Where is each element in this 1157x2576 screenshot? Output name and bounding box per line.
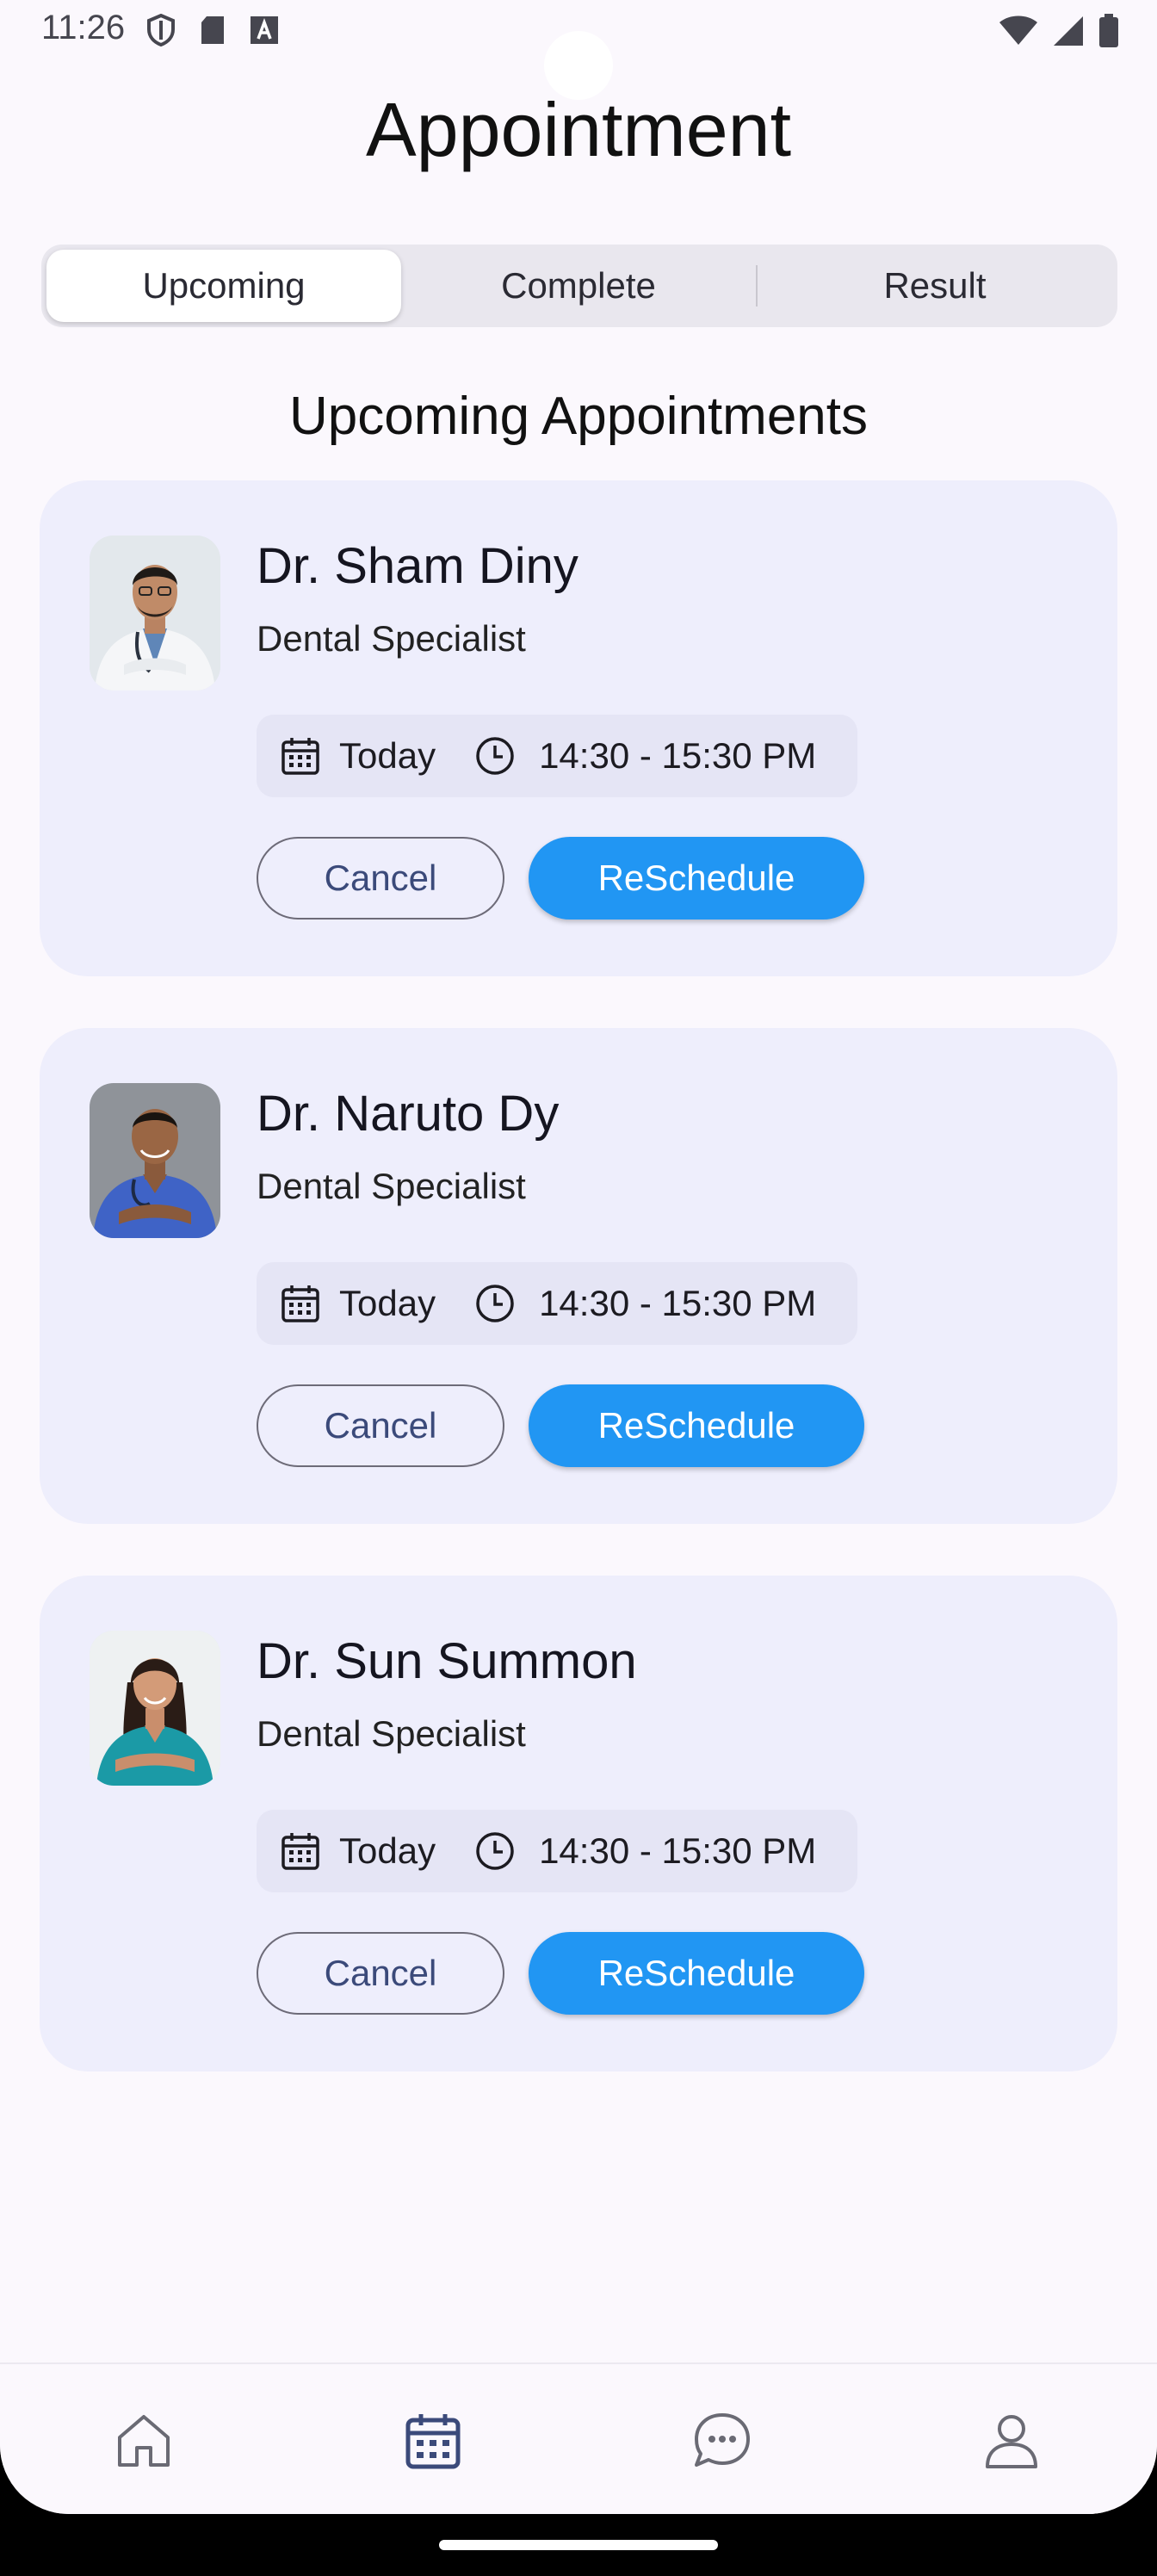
shield-icon	[147, 14, 175, 46]
gesture-home-bar[interactable]	[439, 2540, 718, 2550]
reschedule-button[interactable]: ReSchedule	[529, 1932, 864, 2015]
doctor-specialty: Dental Specialist	[257, 1713, 526, 1754]
cellular-icon	[1054, 16, 1083, 46]
reschedule-button[interactable]: ReSchedule	[529, 1384, 864, 1467]
appointment-card: Dr. Naruto Dy Dental Specialist Today 14…	[40, 1028, 1117, 1524]
appointment-tabs: Upcoming Complete Result	[41, 245, 1117, 327]
cancel-button[interactable]: Cancel	[257, 837, 504, 920]
clock-icon	[476, 737, 514, 775]
home-icon	[118, 2415, 170, 2467]
status-time: 11:26	[41, 9, 126, 46]
nav-profile[interactable]	[973, 2402, 1050, 2480]
tab-result[interactable]: Result	[758, 250, 1112, 322]
cancel-button[interactable]: Cancel	[257, 1932, 504, 2015]
status-icons-right	[999, 14, 1119, 48]
schedule-info: Today 14:30 - 15:30 PM	[257, 1262, 857, 1345]
nav-messages[interactable]	[684, 2402, 761, 2480]
appointment-date: Today	[339, 1283, 436, 1323]
clock-icon	[476, 1285, 514, 1322]
tab-complete[interactable]: Complete	[401, 250, 756, 322]
appointment-card: Dr. Sun Summon Dental Specialist Today 1…	[40, 1576, 1117, 2071]
schedule-info: Today 14:30 - 15:30 PM	[257, 1810, 857, 1892]
font-a-icon	[251, 16, 278, 44]
schedule-info: Today 14:30 - 15:30 PM	[257, 715, 857, 797]
app-screen: 11:26 Appointment Upcoming Complete Resu…	[0, 0, 1157, 2514]
battery-icon	[1099, 14, 1118, 47]
sd-card-icon	[201, 16, 224, 44]
appointment-date: Today	[339, 1830, 436, 1871]
appointment-date: Today	[339, 735, 436, 776]
status-icons-left	[146, 14, 279, 46]
page-title: Appointment	[365, 87, 792, 172]
doctor-specialty: Dental Specialist	[257, 1166, 526, 1206]
section-title: Upcoming Appointments	[288, 387, 869, 446]
cancel-button[interactable]: Cancel	[257, 1384, 504, 1467]
nav-home[interactable]	[105, 2402, 183, 2480]
reschedule-button[interactable]: ReSchedule	[529, 837, 864, 920]
appointment-time: 14:30 - 15:30 PM	[539, 735, 817, 776]
doctor-avatar	[90, 536, 220, 690]
calendar-icon	[282, 738, 319, 775]
appointment-time: 14:30 - 15:30 PM	[539, 1283, 817, 1323]
appointment-time: 14:30 - 15:30 PM	[539, 1830, 817, 1871]
tab-upcoming[interactable]: Upcoming	[46, 250, 401, 322]
wifi-icon	[999, 15, 1037, 45]
doctor-specialty: Dental Specialist	[257, 618, 526, 659]
bottom-navigation	[0, 2362, 1157, 2514]
nav-appointments[interactable]	[394, 2402, 472, 2480]
appointment-card: Dr. Sham Diny Dental Specialist Today 14…	[40, 480, 1117, 976]
doctor-name: Dr. Naruto Dy	[257, 1086, 560, 1142]
calendar-icon	[282, 1833, 319, 1870]
doctor-name: Dr. Sun Summon	[257, 1633, 637, 1689]
clock-icon	[476, 1832, 514, 1870]
chat-icon	[695, 2413, 750, 2467]
doctor-avatar	[90, 1631, 220, 1786]
doctor-name: Dr. Sham Diny	[257, 538, 578, 594]
calendar-icon	[405, 2414, 461, 2469]
status-bar: 11:26	[0, 0, 1157, 100]
doctor-avatar	[90, 1083, 220, 1238]
calendar-icon	[282, 1285, 319, 1322]
profile-icon	[986, 2415, 1037, 2468]
